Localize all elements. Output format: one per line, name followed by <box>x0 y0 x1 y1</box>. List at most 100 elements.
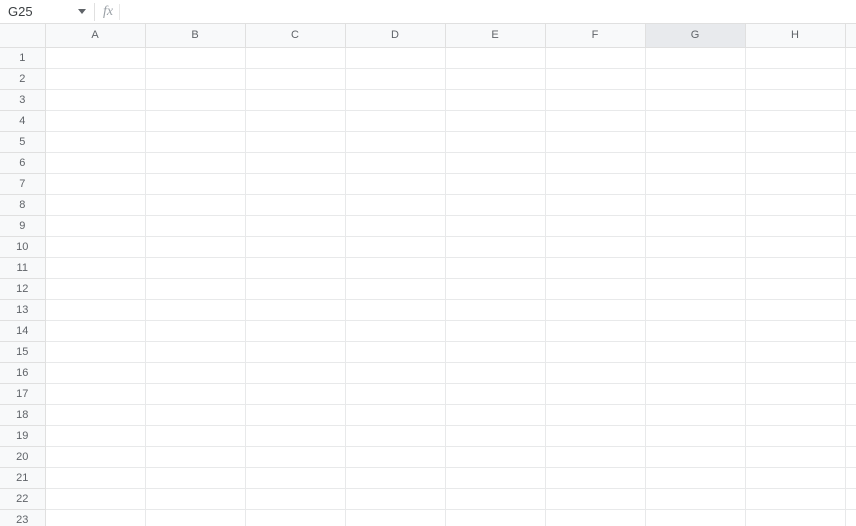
cell-A8[interactable] <box>45 194 145 215</box>
cell-D19[interactable] <box>345 425 445 446</box>
row-header-7[interactable]: 7 <box>0 173 45 194</box>
cell-A15[interactable] <box>45 341 145 362</box>
column-header-C[interactable]: C <box>245 24 345 47</box>
cell-C8[interactable] <box>245 194 345 215</box>
cell-D18[interactable] <box>345 404 445 425</box>
cell-G23[interactable] <box>645 509 745 526</box>
cell-A1[interactable] <box>45 47 145 68</box>
column-header-F[interactable]: F <box>545 24 645 47</box>
cell-partial-4[interactable] <box>845 110 856 131</box>
cell-G5[interactable] <box>645 131 745 152</box>
cell-A4[interactable] <box>45 110 145 131</box>
cell-G8[interactable] <box>645 194 745 215</box>
cell-partial-18[interactable] <box>845 404 856 425</box>
cell-D12[interactable] <box>345 278 445 299</box>
column-header-A[interactable]: A <box>45 24 145 47</box>
cell-C23[interactable] <box>245 509 345 526</box>
cell-B14[interactable] <box>145 320 245 341</box>
namebox-dropdown[interactable] <box>72 9 92 14</box>
cell-partial-14[interactable] <box>845 320 856 341</box>
cell-E17[interactable] <box>445 383 545 404</box>
cell-D13[interactable] <box>345 299 445 320</box>
row-header-19[interactable]: 19 <box>0 425 45 446</box>
cell-F12[interactable] <box>545 278 645 299</box>
row-header-13[interactable]: 13 <box>0 299 45 320</box>
cell-F18[interactable] <box>545 404 645 425</box>
row-header-5[interactable]: 5 <box>0 131 45 152</box>
column-header-G[interactable]: G <box>645 24 745 47</box>
cell-partial-23[interactable] <box>845 509 856 526</box>
row-header-18[interactable]: 18 <box>0 404 45 425</box>
cell-H10[interactable] <box>745 236 845 257</box>
cell-H4[interactable] <box>745 110 845 131</box>
cell-B20[interactable] <box>145 446 245 467</box>
cell-E3[interactable] <box>445 89 545 110</box>
cell-B4[interactable] <box>145 110 245 131</box>
cell-F3[interactable] <box>545 89 645 110</box>
cell-H2[interactable] <box>745 68 845 89</box>
cell-D8[interactable] <box>345 194 445 215</box>
cell-H23[interactable] <box>745 509 845 526</box>
cell-C19[interactable] <box>245 425 345 446</box>
column-header-partial[interactable] <box>845 24 856 47</box>
cell-D5[interactable] <box>345 131 445 152</box>
cell-D3[interactable] <box>345 89 445 110</box>
cell-C20[interactable] <box>245 446 345 467</box>
cell-F4[interactable] <box>545 110 645 131</box>
cell-partial-20[interactable] <box>845 446 856 467</box>
cell-C7[interactable] <box>245 173 345 194</box>
cell-F1[interactable] <box>545 47 645 68</box>
cell-G3[interactable] <box>645 89 745 110</box>
cell-A13[interactable] <box>45 299 145 320</box>
cell-G2[interactable] <box>645 68 745 89</box>
row-header-14[interactable]: 14 <box>0 320 45 341</box>
cell-D6[interactable] <box>345 152 445 173</box>
cell-G17[interactable] <box>645 383 745 404</box>
cell-partial-10[interactable] <box>845 236 856 257</box>
cell-H3[interactable] <box>745 89 845 110</box>
row-header-16[interactable]: 16 <box>0 362 45 383</box>
cell-partial-16[interactable] <box>845 362 856 383</box>
cell-G7[interactable] <box>645 173 745 194</box>
cell-A7[interactable] <box>45 173 145 194</box>
cell-partial-15[interactable] <box>845 341 856 362</box>
cell-B23[interactable] <box>145 509 245 526</box>
cell-F16[interactable] <box>545 362 645 383</box>
cell-B21[interactable] <box>145 467 245 488</box>
row-header-2[interactable]: 2 <box>0 68 45 89</box>
cell-H21[interactable] <box>745 467 845 488</box>
cell-E4[interactable] <box>445 110 545 131</box>
cell-B8[interactable] <box>145 194 245 215</box>
namebox[interactable]: G25 <box>0 0 72 24</box>
cell-B3[interactable] <box>145 89 245 110</box>
cell-E9[interactable] <box>445 215 545 236</box>
cell-F19[interactable] <box>545 425 645 446</box>
cell-C11[interactable] <box>245 257 345 278</box>
cell-E19[interactable] <box>445 425 545 446</box>
cell-H15[interactable] <box>745 341 845 362</box>
cell-D10[interactable] <box>345 236 445 257</box>
cell-H1[interactable] <box>745 47 845 68</box>
cell-partial-11[interactable] <box>845 257 856 278</box>
cell-partial-21[interactable] <box>845 467 856 488</box>
cell-partial-6[interactable] <box>845 152 856 173</box>
cell-D2[interactable] <box>345 68 445 89</box>
cell-partial-7[interactable] <box>845 173 856 194</box>
cell-C17[interactable] <box>245 383 345 404</box>
cell-F7[interactable] <box>545 173 645 194</box>
row-header-22[interactable]: 22 <box>0 488 45 509</box>
cell-partial-22[interactable] <box>845 488 856 509</box>
cell-H7[interactable] <box>745 173 845 194</box>
row-header-21[interactable]: 21 <box>0 467 45 488</box>
cell-H17[interactable] <box>745 383 845 404</box>
row-header-6[interactable]: 6 <box>0 152 45 173</box>
cell-H6[interactable] <box>745 152 845 173</box>
cell-partial-3[interactable] <box>845 89 856 110</box>
cell-H8[interactable] <box>745 194 845 215</box>
column-header-D[interactable]: D <box>345 24 445 47</box>
cell-B2[interactable] <box>145 68 245 89</box>
cell-A10[interactable] <box>45 236 145 257</box>
cell-partial-5[interactable] <box>845 131 856 152</box>
cell-partial-13[interactable] <box>845 299 856 320</box>
cell-E22[interactable] <box>445 488 545 509</box>
